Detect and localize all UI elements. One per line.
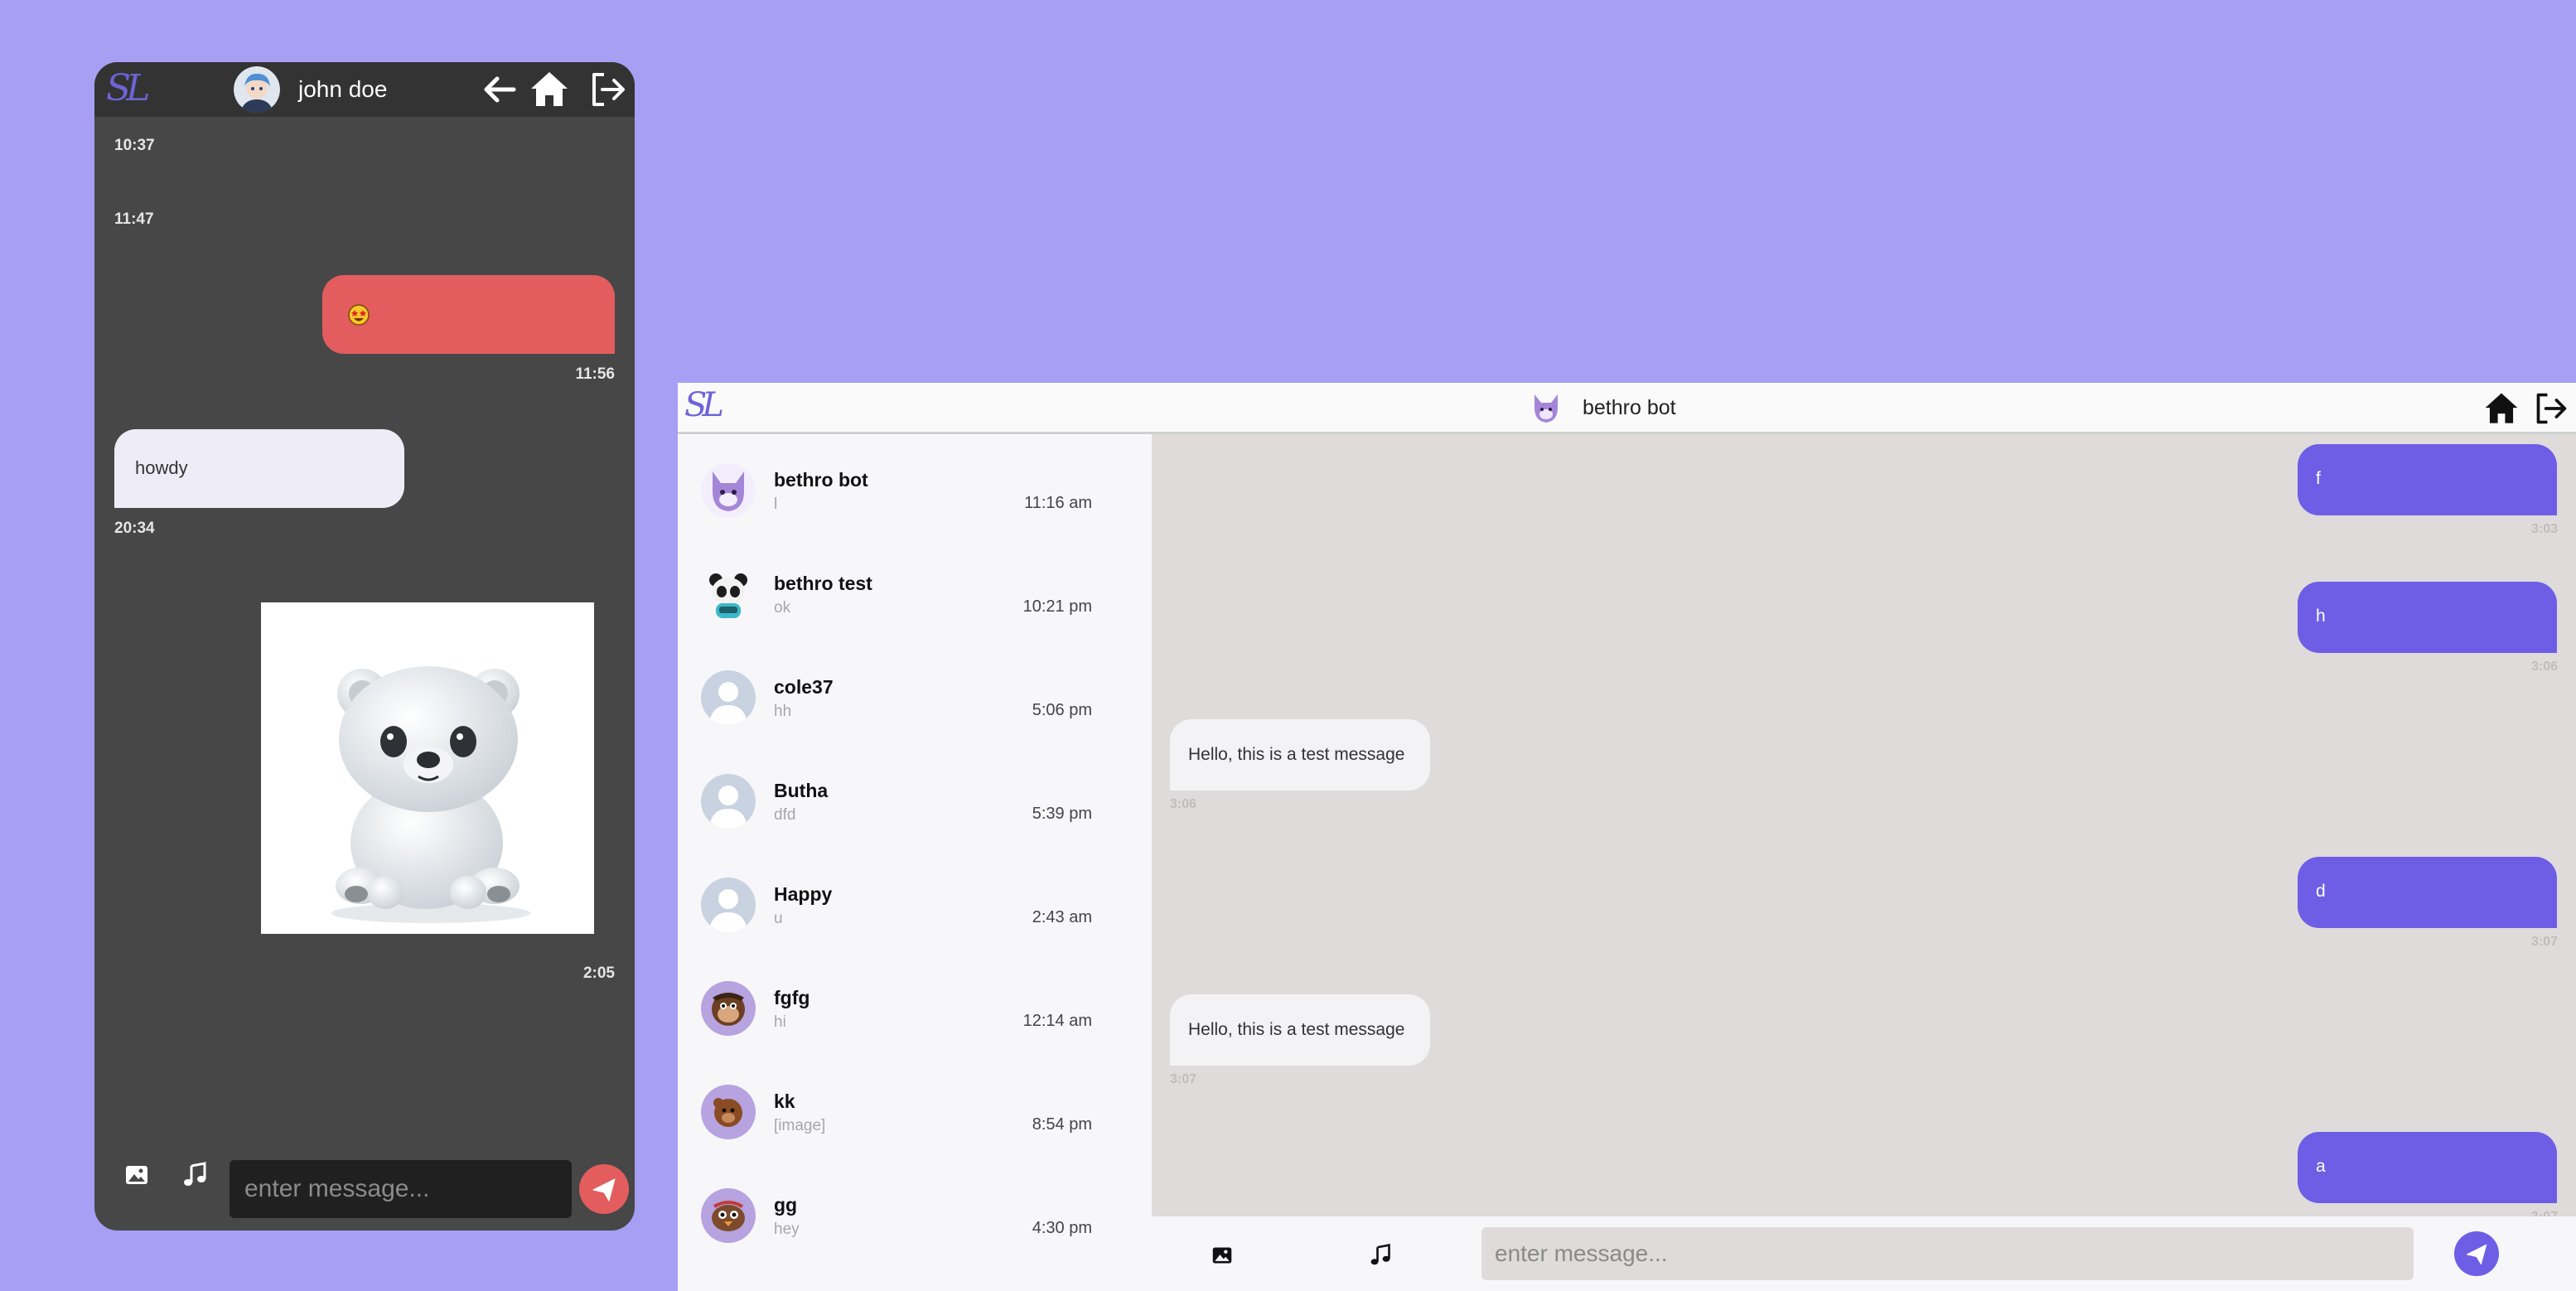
message-text: f <box>2316 469 2321 488</box>
star-struck-emoji-icon <box>347 303 370 326</box>
logout-icon[interactable] <box>589 70 627 109</box>
message-input[interactable] <box>230 1160 572 1218</box>
message-timestamp: 11:56 <box>575 365 615 383</box>
conversation-name: bethro test <box>774 573 872 594</box>
conversation-item[interactable]: kk [image] 8:54 pm <box>678 1056 1152 1159</box>
default-avatar-icon <box>701 774 756 829</box>
mobile-chat-window: SL john doe 10:37 11:47 11:56 howdy 20:3… <box>94 62 635 1231</box>
message-thread: f 3:03 h 3:06 Hello, this is a test mess… <box>1152 434 2576 1224</box>
default-avatar-icon <box>701 670 756 725</box>
conversation-last-message: hi <box>774 1013 786 1031</box>
conversation-last-message: dfd <box>774 806 796 824</box>
conversation-last-message: hh <box>774 703 792 720</box>
music-note-icon[interactable] <box>181 1161 208 1187</box>
send-button[interactable] <box>2454 1231 2499 1276</box>
message-text: h <box>2316 607 2326 626</box>
conversation-last-message: hey <box>774 1221 800 1238</box>
conversation-name: cole37 <box>774 676 834 698</box>
conversation-list: bethro bot l 11:16 am bethro test ok 10:… <box>678 434 1152 1291</box>
bird-avatar-icon <box>701 1188 756 1243</box>
conversation-name: fgfg <box>774 987 810 1008</box>
message-text: Hello, this is a test message <box>1188 745 1405 764</box>
conversation-last-message: ok <box>774 599 791 616</box>
message-timestamp: 3:06 <box>2530 660 2558 674</box>
conversation-last-message: [image] <box>774 1117 826 1134</box>
conversation-time: 8:54 pm <box>1032 1115 1092 1134</box>
mobile-header: SL john doe <box>94 62 635 117</box>
conversation-last-message: l <box>774 496 778 513</box>
bear-avatar-icon <box>701 1085 756 1139</box>
outgoing-message-bubble[interactable]: h <box>2298 582 2557 653</box>
music-note-icon[interactable] <box>1369 1243 1392 1266</box>
message-timestamp: 10:37 <box>114 137 155 154</box>
conversation-time: 11:16 am <box>1024 494 1092 512</box>
image-upload-icon[interactable] <box>1211 1245 1233 1266</box>
conversation-name: Butha <box>774 780 829 801</box>
image-message[interactable] <box>261 602 594 934</box>
message-input[interactable] <box>1481 1227 2414 1280</box>
contact-name: john doe <box>298 76 388 102</box>
desktop-header: SL bethro bot <box>678 383 2576 434</box>
conversation-name: Happy <box>774 883 833 905</box>
outgoing-message-bubble[interactable] <box>322 275 615 354</box>
app-logo[interactable]: SL <box>684 386 724 424</box>
message-timestamp: 11:47 <box>114 210 154 228</box>
arrow-left-icon[interactable] <box>481 70 519 109</box>
conversation-time: 5:06 pm <box>1032 701 1092 719</box>
conversation-item[interactable]: fgfg hi 12:14 am <box>678 952 1152 1056</box>
message-timestamp: 2:05 <box>582 965 615 982</box>
conversation-item[interactable]: bethro test ok 10:21 pm <box>678 538 1152 641</box>
logout-icon[interactable] <box>2534 391 2569 426</box>
message-timestamp: 3:07 <box>2530 935 2558 949</box>
conversation-time: 2:43 am <box>1032 908 1092 926</box>
incoming-message-bubble[interactable]: Hello, this is a test message <box>1170 994 1430 1066</box>
conversation-name: kk <box>774 1090 795 1112</box>
conversation-time: 12:14 am <box>1022 1012 1092 1030</box>
conversation-name: bethro bot <box>774 469 868 491</box>
conversation-item[interactable]: Butha dfd 5:39 pm <box>678 745 1152 849</box>
conversation-name: gg <box>774 1194 798 1216</box>
message-text: a <box>2316 1157 2326 1176</box>
conversation-time: 4:30 pm <box>1032 1219 1092 1237</box>
fox-avatar-icon <box>701 463 756 518</box>
conversation-time: 5:39 pm <box>1032 805 1092 823</box>
message-timestamp: 3:07 <box>1170 1072 1197 1086</box>
message-timestamp: 3:03 <box>2530 522 2558 536</box>
conversation-item[interactable]: cole37 hh 5:06 pm <box>678 641 1152 745</box>
panda-avatar-icon <box>701 567 756 621</box>
message-composer <box>1152 1216 2576 1291</box>
app-logo[interactable]: SL <box>106 67 150 109</box>
conversation-item[interactable]: Happy u 2:43 am <box>678 849 1152 952</box>
incoming-message-bubble[interactable]: Hello, this is a test message <box>1170 719 1430 791</box>
home-icon[interactable] <box>2483 390 2520 427</box>
monkey-avatar-icon <box>701 981 756 1036</box>
fox-avatar-icon[interactable] <box>1528 389 1564 426</box>
message-timestamp: 3:06 <box>1170 797 1197 811</box>
message-timestamp: 20:34 <box>114 520 155 537</box>
desktop-chat-window: SL bethro bot bethro bot l 11:16 am beth… <box>678 383 2576 1291</box>
avatar[interactable] <box>234 66 280 113</box>
home-icon[interactable] <box>529 69 570 110</box>
conversation-item[interactable]: gg hey 4:30 pm <box>678 1159 1152 1263</box>
conversation-last-message: u <box>774 910 783 927</box>
message-text: d <box>2316 882 2326 901</box>
default-avatar-icon <box>701 878 756 932</box>
outgoing-message-bubble[interactable]: f <box>2298 444 2557 515</box>
outgoing-message-bubble[interactable]: a <box>2298 1132 2557 1203</box>
conversation-time: 10:21 pm <box>1022 597 1092 616</box>
outgoing-message-bubble[interactable]: d <box>2298 857 2557 928</box>
message-text: Hello, this is a test message <box>1188 1020 1405 1039</box>
image-upload-icon[interactable] <box>124 1163 149 1187</box>
send-button[interactable] <box>579 1164 629 1214</box>
contact-name: bethro bot <box>1583 396 1676 419</box>
message-text: howdy <box>135 457 188 478</box>
incoming-message-bubble[interactable]: howdy <box>114 429 404 508</box>
conversation-item[interactable]: bethro bot l 11:16 am <box>678 434 1152 538</box>
